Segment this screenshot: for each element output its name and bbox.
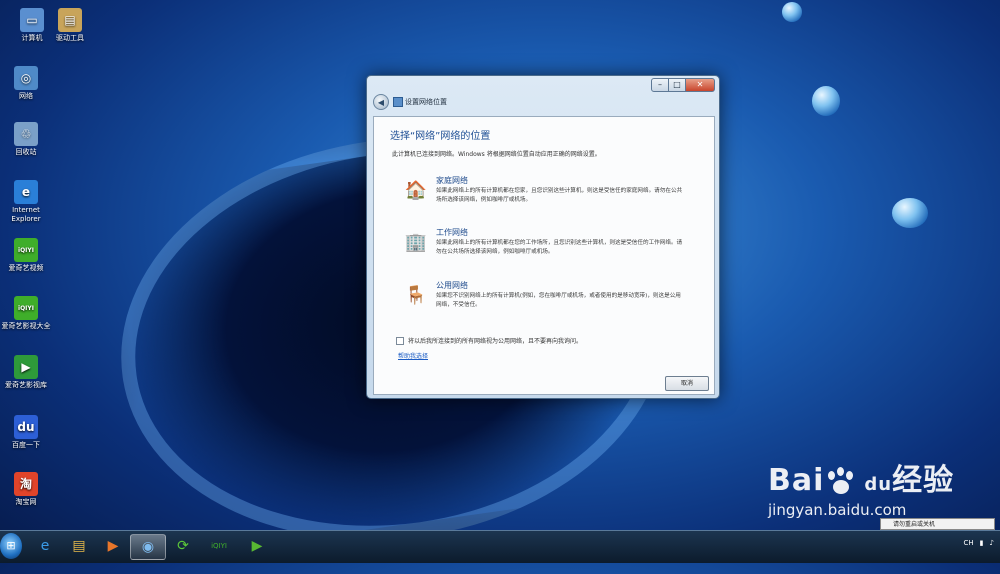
desktop-icon-image: iQIYI xyxy=(14,296,38,320)
desktop-icon-label: 淘宝网 xyxy=(15,498,37,506)
option-description: 如果您不识别网络上的所有计算机(例如，您在咖啡厅或机场，或者使用的是移动宽带)，… xyxy=(436,293,681,308)
taskbar-app-button[interactable]: e xyxy=(28,534,62,558)
desktop-icon[interactable]: iQIYI 爱奇艺视频 xyxy=(0,238,52,273)
treat-all-public-checkbox[interactable] xyxy=(396,336,404,345)
watermark-logo-mid: du xyxy=(864,474,893,495)
page-heading: 选择“网络”网络的位置 xyxy=(390,131,491,142)
option-title: 工作网络 xyxy=(436,228,468,237)
desktop-icon[interactable]: iQIYI 爱奇艺影视大全 xyxy=(0,296,52,331)
desktop-icon-label: 驱动工具 xyxy=(56,34,84,42)
window-controls: – □ ✕ xyxy=(651,78,715,92)
desktop-icon-image: ▭ xyxy=(20,8,44,32)
network-tray-icon[interactable]: ▮ xyxy=(980,539,984,547)
desktop-icon-label: 回收站 xyxy=(15,148,37,156)
house-icon: 🏠 xyxy=(404,179,428,201)
close-button[interactable]: ✕ xyxy=(686,78,715,92)
desktop-icon[interactable]: 淘淘宝网 xyxy=(0,472,52,507)
desktop-icon[interactable]: ◎ 网络 xyxy=(0,66,52,101)
checkbox-label: 将以后我所连接到的所有网络视为公用网络，且不要再向我询问。 xyxy=(408,338,583,345)
desktop-icon[interactable]: du 百度一下 xyxy=(0,415,52,450)
option-home-network[interactable]: 🏠 家庭网络 如果此网络上的所有计算机都在您家，且您识别这些计算机，则这是受信任… xyxy=(398,175,688,217)
start-button[interactable]: ⊞ xyxy=(0,533,22,559)
notification-balloon[interactable]: 请勿重启或关机 xyxy=(880,518,995,530)
watermark-url: jingyan.baidu.com xyxy=(768,501,907,519)
taskbar: ⊞ e ▤ ▶ ◉ ⟳ iQIYI ▶ CH ▮ ♪ xyxy=(0,530,1000,563)
option-title: 公用网络 xyxy=(436,281,468,290)
dialog-content: 选择“网络”网络的位置 此计算机已连接到网络。Windows 将根据网络位置自动… xyxy=(373,116,715,395)
taskbar-app-button[interactable]: ▶ xyxy=(96,534,130,558)
desktop-icon-label: 爱奇艺视频 xyxy=(8,264,44,272)
network-location-dialog: – □ ✕ ◀ 设置网络位置 选择“网络”网络的位置 此计算机已连接到网络。Wi… xyxy=(366,75,720,399)
desktop-icon-image: du xyxy=(14,415,38,439)
option-title: 家庭网络 xyxy=(436,176,468,185)
desktop-icon-label: 网络 xyxy=(19,92,33,100)
desktop-icon-image: ◎ xyxy=(14,66,38,90)
option-public-network[interactable]: 🪑 公用网络 如果您不识别网络上的所有计算机(例如，您在咖啡厅或机场，或者使用的… xyxy=(398,280,688,322)
dialog-title: 设置网络位置 xyxy=(405,98,447,106)
paw-icon xyxy=(824,466,864,497)
watermark-logo: Bai du经验 xyxy=(768,455,954,499)
taskbar-app-button[interactable]: ◉ xyxy=(130,534,166,560)
desktop-icon-image: iQIYI xyxy=(14,238,38,262)
water-drop xyxy=(782,2,802,22)
desktop-icon-image: ▤ xyxy=(58,8,82,32)
desktop-icon-label: 爱奇艺影视大全 xyxy=(1,322,51,330)
water-drop xyxy=(812,86,840,116)
maximize-button[interactable]: □ xyxy=(669,78,686,92)
taskbar-app-button[interactable]: ▤ xyxy=(62,534,96,558)
desktop-icon-image: ▶ xyxy=(14,355,38,379)
page-description: 此计算机已连接到网络。Windows 将根据网络位置自动应用正确的网络设置。 xyxy=(392,151,601,158)
taskbar-app-button[interactable]: ▶ xyxy=(240,534,274,558)
option-work-network[interactable]: 🏢 工作网络 如果此网络上的所有计算机都在您的工作场所，且您识别这些计算机，则这… xyxy=(398,227,688,269)
desktop-icon[interactable]: e Internet Explorer xyxy=(0,180,52,224)
taskbar-app-button[interactable]: iQIYI xyxy=(202,534,236,558)
baidu-jingyan-watermark: Bai du经验 jingyan.baidu.com xyxy=(768,455,954,519)
back-arrow-icon: ◀ xyxy=(377,97,385,107)
water-drop xyxy=(892,198,928,228)
desktop-icon[interactable]: ▤ 驱动工具 xyxy=(44,8,96,43)
language-indicator[interactable]: CH xyxy=(964,539,974,547)
desktop-icon-label: Internet Explorer xyxy=(11,206,41,223)
system-tray: CH ▮ ♪ xyxy=(964,539,994,547)
desktop-icon-image: ♲ xyxy=(14,122,38,146)
desktop-icon-image: e xyxy=(14,180,38,204)
taskbar-app-button[interactable]: ⟳ xyxy=(166,534,200,558)
park-bench-icon: 🪑 xyxy=(404,284,428,306)
watermark-logo-text: Bai xyxy=(768,463,825,498)
option-description: 如果此网络上的所有计算机都在您的工作场所，且您识别这些计算机，则这是受信任的工作… xyxy=(436,240,683,255)
treat-all-public-checkbox-row[interactable]: 将以后我所连接到的所有网络视为公用网络，且不要再向我询问。 xyxy=(396,336,582,345)
desktop-icon-image: 淘 xyxy=(14,472,38,496)
volume-icon[interactable]: ♪ xyxy=(990,539,994,547)
desktop-icon[interactable]: ▶ 爱奇艺影视库 xyxy=(0,355,52,390)
office-building-icon: 🏢 xyxy=(404,231,428,253)
help-me-choose-link[interactable]: 帮助我选择 xyxy=(398,351,428,360)
minimize-button[interactable]: – xyxy=(651,78,669,92)
network-icon xyxy=(393,97,403,107)
option-description: 如果此网络上的所有计算机都在您家，且您识别这些计算机，则这是受信任的家庭网络。请… xyxy=(436,188,683,203)
desktop-icon-label: 百度一下 xyxy=(12,441,40,449)
desktop-icon[interactable]: ♲ 回收站 xyxy=(0,122,52,157)
desktop-icon-label: 爱奇艺影视库 xyxy=(5,381,47,389)
watermark-logo-text-2: 经验 xyxy=(892,463,955,498)
back-button[interactable]: ◀ xyxy=(373,94,389,110)
cancel-button[interactable]: 取消 xyxy=(665,376,709,391)
